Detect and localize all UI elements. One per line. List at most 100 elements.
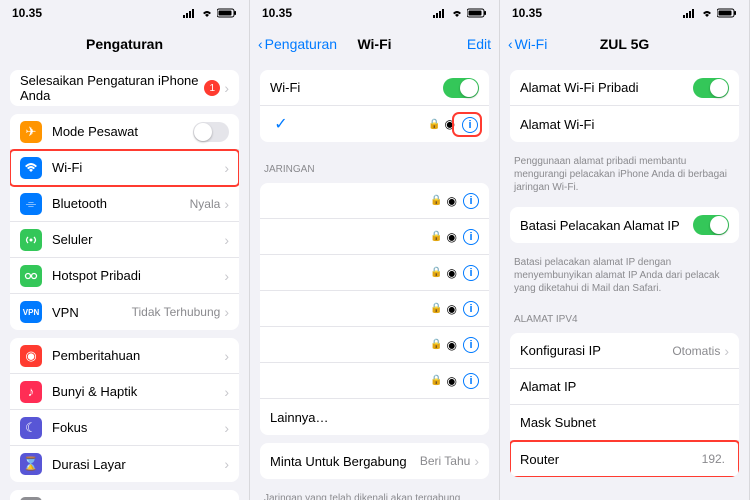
clock: 10.35 xyxy=(262,6,292,20)
chevron-right-icon: › xyxy=(224,80,229,96)
network-detail-screen: 10.35 ‹ Wi-Fi ZUL 5G Alamat Wi-Fi Pribad… xyxy=(500,0,750,500)
battery-icon xyxy=(717,8,737,18)
other-network-row[interactable]: Lainnya… xyxy=(260,399,489,435)
chevron-right-icon: › xyxy=(224,456,229,472)
bluetooth-icon: ⌯ xyxy=(20,193,42,215)
notifications-label: Pemberitahuan xyxy=(52,348,224,363)
info-icon[interactable]: i xyxy=(463,193,479,209)
signal-strength-icon: ◉ xyxy=(447,230,457,244)
info-icon[interactable]: i xyxy=(463,373,479,389)
signal-strength-icon: ◉ xyxy=(447,194,457,208)
back-button[interactable]: ‹ Wi-Fi xyxy=(508,36,547,52)
lock-icon: 🔒 xyxy=(428,119,440,130)
wifi-address-label: Alamat Wi-Fi xyxy=(520,117,729,132)
other-label: Lainnya… xyxy=(270,410,479,425)
limit-note: Batasi pelacakan alamat IP dengan menyem… xyxy=(500,251,749,300)
finish-setup-label: Selesaikan Pengaturan iPhone Anda xyxy=(20,73,204,103)
edit-button[interactable]: Edit xyxy=(467,36,491,52)
limit-ip-toggle[interactable] xyxy=(693,215,729,235)
notifications-row[interactable]: ◉ Pemberitahuan › xyxy=(10,338,239,374)
sound-row[interactable]: ♪ Bunyi & Haptik › xyxy=(10,374,239,410)
general-row[interactable]: ⚙ Umum › xyxy=(10,490,239,500)
finish-setup-row[interactable]: Selesaikan Pengaturan iPhone Anda 1 › xyxy=(10,70,239,106)
ipv4-header: ALAMAT IPV4 xyxy=(500,300,749,329)
hotspot-label: Hotspot Pribadi xyxy=(52,268,224,283)
wifi-toggle[interactable] xyxy=(443,78,479,98)
dns-header: DNS xyxy=(500,485,749,500)
limit-ip-row: Batasi Pelacakan Alamat IP xyxy=(510,207,739,243)
network-row[interactable]: 🔒◉i xyxy=(260,327,489,363)
private-address-toggle[interactable] xyxy=(693,78,729,98)
signal-icon xyxy=(183,8,197,18)
bluetooth-label: Bluetooth xyxy=(52,196,190,211)
wifi-icon xyxy=(700,8,714,18)
signal-strength-icon: ◉ xyxy=(447,302,457,316)
chevron-right-icon: › xyxy=(224,196,229,212)
airplane-toggle[interactable] xyxy=(193,122,229,142)
cellular-row[interactable]: Seluler › xyxy=(10,222,239,258)
hotspot-row[interactable]: Hotspot Pribadi › xyxy=(10,258,239,294)
lock-icon: 🔒 xyxy=(430,303,442,314)
vpn-row[interactable]: VPN VPN Tidak Terhubung › xyxy=(10,294,239,330)
config-ip-value: Otomatis xyxy=(672,344,720,358)
ip-label: Alamat IP xyxy=(520,379,729,394)
cellular-label: Seluler xyxy=(52,232,224,247)
badge: 1 xyxy=(204,80,220,96)
airplane-row[interactable]: ✈ Mode Pesawat xyxy=(10,114,239,150)
info-icon[interactable]: i xyxy=(463,337,479,353)
hotspot-icon xyxy=(20,265,42,287)
bluetooth-row[interactable]: ⌯ Bluetooth Nyala › xyxy=(10,186,239,222)
router-value: 192. xyxy=(702,452,725,466)
info-icon[interactable]: i xyxy=(462,117,478,133)
config-ip-label: Konfigurasi IP xyxy=(520,343,672,358)
chevron-right-icon: › xyxy=(474,453,479,469)
wifi-row[interactable]: Wi-Fi › xyxy=(10,150,239,186)
chevron-right-icon: › xyxy=(224,420,229,436)
chevron-right-icon: › xyxy=(224,348,229,364)
network-row[interactable]: 🔒◉i xyxy=(260,183,489,219)
airplane-label: Mode Pesawat xyxy=(52,124,193,139)
signal-icon xyxy=(683,8,697,18)
chevron-right-icon: › xyxy=(224,304,229,320)
ask-join-value: Beri Tahu xyxy=(420,454,470,468)
info-icon[interactable]: i xyxy=(463,229,479,245)
network-row[interactable]: 🔒◉i xyxy=(260,219,489,255)
wifi-icon xyxy=(200,8,214,18)
ask-join-row[interactable]: Minta Untuk Bergabung Beri Tahu › xyxy=(260,443,489,479)
back-button[interactable]: ‹ Pengaturan xyxy=(258,36,337,52)
settings-screen: 10.35 Pengaturan Selesaikan Pengaturan i… xyxy=(0,0,250,500)
info-icon[interactable]: i xyxy=(463,265,479,281)
private-address-label: Alamat Wi-Fi Pribadi xyxy=(520,80,693,95)
focus-row[interactable]: ☾ Fokus › xyxy=(10,410,239,446)
network-row[interactable]: 🔒◉i xyxy=(260,363,489,399)
vpn-value: Tidak Terhubung xyxy=(132,305,221,319)
signal-strength-icon: ◉ xyxy=(445,117,455,131)
bluetooth-value: Nyala xyxy=(190,197,221,211)
wifi-address-row: Alamat Wi-Fi xyxy=(510,106,739,142)
connected-network-row[interactable]: ✓ 🔒 ◉ i xyxy=(260,106,489,142)
status-indicators xyxy=(183,8,237,18)
nav-bar: ‹ Wi-Fi ZUL 5G xyxy=(500,26,749,62)
config-ip-row[interactable]: Konfigurasi IP Otomatis › xyxy=(510,333,739,369)
wifi-icon xyxy=(450,8,464,18)
screentime-label: Durasi Layar xyxy=(52,457,224,472)
subnet-row: Mask Subnet xyxy=(510,405,739,441)
network-row[interactable]: 🔒 ◉ i xyxy=(260,291,489,327)
chevron-right-icon: › xyxy=(224,160,229,176)
chevron-right-icon: › xyxy=(224,268,229,284)
screentime-row[interactable]: ⌛ Durasi Layar › xyxy=(10,446,239,482)
info-icon[interactable]: i xyxy=(463,301,479,317)
check-icon: ✓ xyxy=(270,114,292,134)
nav-bar: Pengaturan xyxy=(0,26,249,62)
footer-note: Jaringan yang telah dikenali akan tergab… xyxy=(250,487,499,500)
cellular-icon xyxy=(20,229,42,251)
status-indicators xyxy=(433,8,487,18)
battery-icon xyxy=(467,8,487,18)
battery-icon xyxy=(217,8,237,18)
gear-icon: ⚙ xyxy=(20,497,42,500)
network-row[interactable]: 🔒◉i xyxy=(260,255,489,291)
airplane-icon: ✈ xyxy=(20,121,42,143)
subnet-label: Mask Subnet xyxy=(520,415,729,430)
nav-bar: ‹ Pengaturan Wi-Fi Edit xyxy=(250,26,499,62)
back-label: Pengaturan xyxy=(265,36,337,52)
